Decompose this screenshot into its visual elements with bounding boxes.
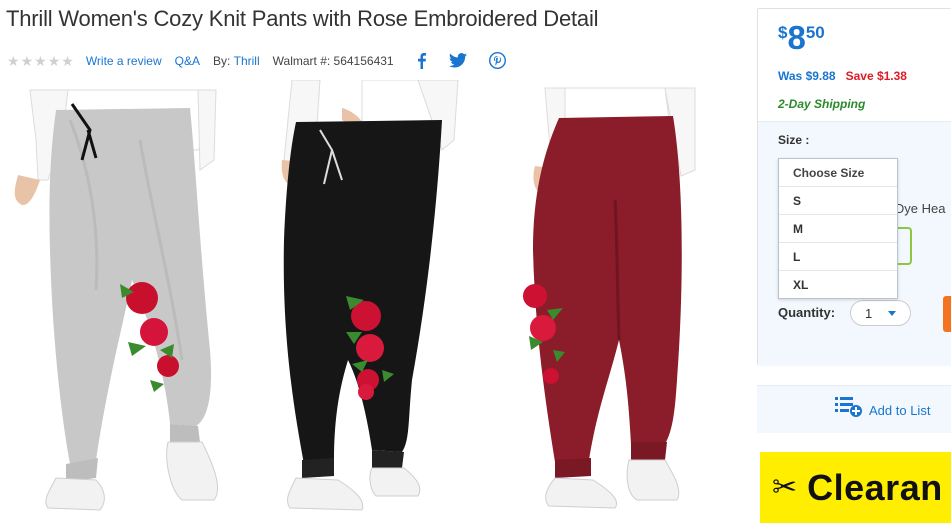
rating-stars[interactable]: ★ ★ ★ ★ ★ [7,54,74,68]
star-icon: ★ [61,52,74,69]
social-share [416,52,506,69]
product-image-black[interactable] [262,80,512,523]
shipping-badge: 2-Day Shipping [778,97,866,111]
size-option-placeholder[interactable]: Choose Size [779,159,897,187]
was-price-text: Was $9.88 [778,69,836,83]
quantity-value: 1 [865,305,873,321]
product-meta-row: ★ ★ ★ ★ ★ Write a review Q&A By: Thrill … [7,52,506,69]
clearance-banner[interactable]: ✂ Clearan [760,452,951,523]
walmart-number: Walmart #: 564156431 [272,53,394,68]
by-label: By: [212,53,231,68]
price-dollars: 8 [787,19,806,56]
product-image-burgundy[interactable] [505,80,715,523]
add-to-cart-button[interactable] [943,296,951,332]
quantity-label: Quantity: [778,305,836,320]
current-price: $ 8 50 [778,21,825,55]
price-currency: $ [778,23,788,42]
scissors-icon: ✂ [772,470,798,504]
star-icon: ★ [34,52,47,69]
size-option-l[interactable]: L [779,243,897,271]
add-list-icon [835,397,862,417]
qa-link[interactable]: Q&A [175,54,200,68]
was-price: Was $9.88 Save $1.38 [778,69,907,83]
selected-swatch-border[interactable] [898,227,912,265]
price-box: $ 8 50 Was $9.88 Save $1.38 2-Day Shippin… [758,9,951,121]
pinterest-icon[interactable] [488,52,506,69]
list-box: Add to List [757,385,951,433]
star-icon: ★ [20,52,34,69]
clearance-text: Clearan [807,466,943,508]
size-option-s[interactable]: S [779,187,897,215]
star-icon: ★ [7,52,20,69]
brand-link[interactable]: Thrill [234,54,260,68]
product-title: Thrill Women's Cozy Knit Pants with Rose… [6,6,599,31]
twitter-icon[interactable] [448,53,467,68]
price-cents: 50 [805,23,825,42]
save-amount: Save $1.38 [845,69,907,83]
star-icon: ★ [47,52,61,69]
chevron-down-icon [888,311,896,316]
size-label: Size : [778,133,810,147]
quantity-select[interactable]: 1 [850,300,911,326]
size-dropdown[interactable]: Choose Size S M L XL [778,158,898,299]
add-to-list-button[interactable]: Add to List [835,396,930,418]
write-review-link[interactable]: Write a review [86,54,162,68]
add-to-list-label: Add to List [869,403,931,418]
facebook-icon[interactable] [416,52,427,69]
size-option-m[interactable]: M [779,215,897,243]
size-option-xl[interactable]: XL [779,271,897,299]
product-image-heather-grey[interactable] [0,80,245,523]
